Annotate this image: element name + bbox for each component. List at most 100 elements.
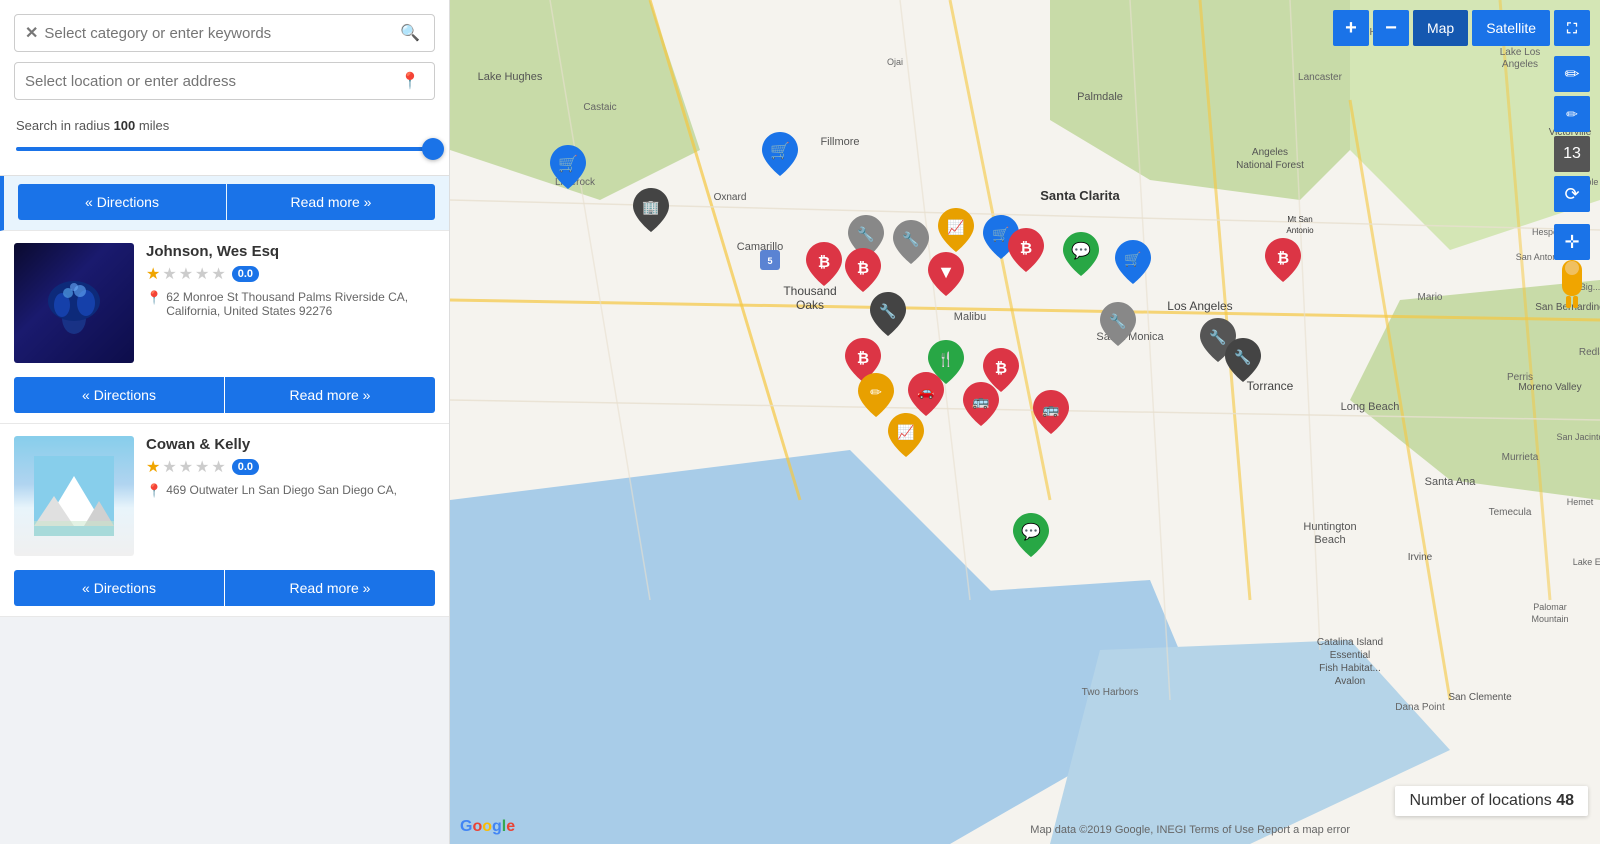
svg-text:Lake LosAngeles: Lake LosAngeles xyxy=(1500,47,1541,70)
star-2: ★ xyxy=(162,264,176,284)
svg-text:Los Angeles: Los Angeles xyxy=(1167,299,1232,313)
svg-text:Mario: Mario xyxy=(1417,292,1442,303)
locations-count: Number of locations 48 xyxy=(1395,786,1588,816)
readmore-button-1[interactable]: Read more » xyxy=(227,184,435,220)
address-pin-icon: 📍 xyxy=(146,290,162,318)
address-pin-icon: 📍 xyxy=(146,483,162,499)
google-logo: Google xyxy=(460,818,515,836)
map-side-controls: ✏ ✏ 13 ⟳ ✛ xyxy=(1554,56,1590,260)
rating-badge: 0.0 xyxy=(232,459,259,475)
action-buttons: « Directions Read more » xyxy=(0,369,449,423)
svg-text:Murrieta: Murrieta xyxy=(1502,452,1539,463)
left-panel: ✕ 🔍 📍 Search in radius 100 miles « Direc… xyxy=(0,0,450,844)
fullscreen-button[interactable]: ⛶ xyxy=(1554,10,1590,46)
svg-text:Temecula: Temecula xyxy=(1489,507,1532,518)
radius-section: Search in radius 100 miles xyxy=(14,110,435,163)
refresh-button[interactable]: ⟳ xyxy=(1554,176,1590,212)
map-view-button[interactable]: Map xyxy=(1413,10,1468,46)
svg-text:5: 5 xyxy=(767,256,772,266)
result-info: Johnson, Wes Esq ★ ★ ★ ★ ★ 0.0 📍 62 Monr… xyxy=(146,243,435,363)
star-2: ★ xyxy=(162,457,176,477)
location-search-input[interactable] xyxy=(25,73,396,90)
map-background: 5 Santa Clarita Fillmore Oxnard Camarill… xyxy=(450,0,1600,844)
svg-text:Two Harbors: Two Harbors xyxy=(1082,687,1139,698)
directions-button-1[interactable]: « Directions xyxy=(18,184,226,220)
rating-badge: 0.0 xyxy=(232,266,259,282)
svg-text:Hemet: Hemet xyxy=(1567,497,1594,507)
svg-text:Malibu: Malibu xyxy=(954,311,986,323)
svg-text:Castaic: Castaic xyxy=(583,102,616,113)
edit-map-button[interactable]: ✏ xyxy=(1554,56,1590,92)
keyword-search-input[interactable] xyxy=(44,25,396,42)
move-button[interactable]: ✛ xyxy=(1554,224,1590,260)
result-name: Cowan & Kelly xyxy=(146,436,435,453)
svg-text:San Clemente: San Clemente xyxy=(1448,692,1512,703)
directions-button-3[interactable]: « Directions xyxy=(14,570,224,606)
svg-text:Oxnard: Oxnard xyxy=(714,192,747,203)
satellite-view-button[interactable]: Satellite xyxy=(1472,10,1550,46)
result-image-row: Johnson, Wes Esq ★ ★ ★ ★ ★ 0.0 📍 62 Monr… xyxy=(0,231,449,369)
svg-text:Camarillo: Camarillo xyxy=(737,241,783,253)
star-4: ★ xyxy=(195,264,209,284)
svg-text:Dana Point: Dana Point xyxy=(1395,702,1445,713)
star-5: ★ xyxy=(211,457,225,477)
svg-text:Santa Ana: Santa Ana xyxy=(1425,476,1477,488)
readmore-button-2[interactable]: Read more » xyxy=(225,377,435,413)
svg-text:Santa Clarita: Santa Clarita xyxy=(1040,188,1120,203)
readmore-button-3[interactable]: Read more » xyxy=(225,570,435,606)
star-3: ★ xyxy=(179,264,193,284)
map-attribution: Map data ©2019 Google, INEGI Terms of Us… xyxy=(1030,824,1350,836)
results-list: « Directions Read more » xyxy=(0,176,449,844)
star-1: ★ xyxy=(146,457,160,477)
result-stars: ★ ★ ★ ★ ★ 0.0 xyxy=(146,264,435,284)
star-1: ★ xyxy=(146,264,160,284)
keyword-search-icon[interactable]: 🔍 xyxy=(396,23,424,43)
svg-text:Lake Elsinore: Lake Elsinore xyxy=(1573,557,1600,567)
keyword-search-box[interactable]: ✕ 🔍 xyxy=(14,14,435,52)
svg-text:Perris: Perris xyxy=(1507,372,1533,383)
star-3: ★ xyxy=(179,457,193,477)
map-area[interactable]: 5 Santa Clarita Fillmore Oxnard Camarill… xyxy=(450,0,1600,844)
result-image-row: Cowan & Kelly ★ ★ ★ ★ ★ 0.0 📍 469 Outwat… xyxy=(0,424,449,562)
svg-text:Palmdale: Palmdale xyxy=(1077,91,1123,103)
result-card: Johnson, Wes Esq ★ ★ ★ ★ ★ 0.0 📍 62 Monr… xyxy=(0,231,449,424)
directions-button-2[interactable]: « Directions xyxy=(14,377,224,413)
search-section: ✕ 🔍 📍 Search in radius 100 miles xyxy=(0,0,449,176)
result-address: 📍 62 Monroe St Thousand Palms Riverside … xyxy=(146,290,435,318)
svg-text:Irvine: Irvine xyxy=(1408,552,1433,563)
svg-text:Long Beach: Long Beach xyxy=(1341,401,1400,413)
result-address: 📍 469 Outwater Ln San Diego San Diego CA… xyxy=(146,483,435,499)
action-buttons: « Directions Read more » xyxy=(0,562,449,616)
svg-text:Redlands: Redlands xyxy=(1579,347,1600,358)
svg-text:Lake Hughes: Lake Hughes xyxy=(478,71,543,83)
result-info: Cowan & Kelly ★ ★ ★ ★ ★ 0.0 📍 469 Outwat… xyxy=(146,436,435,556)
slider-thumb[interactable] xyxy=(422,138,444,160)
star-4: ★ xyxy=(195,457,209,477)
location-pin-icon[interactable]: 📍 xyxy=(396,71,424,91)
result-card: « Directions Read more » xyxy=(0,176,449,231)
result-name: Johnson, Wes Esq xyxy=(146,243,435,260)
radius-slider[interactable] xyxy=(16,139,433,159)
radius-label: Search in radius 100 miles xyxy=(16,118,433,133)
result-thumbnail xyxy=(14,436,134,556)
location-search-box[interactable]: 📍 xyxy=(14,62,435,100)
zoom-in-button[interactable]: + xyxy=(1333,10,1369,46)
svg-text:Littlerock: Littlerock xyxy=(555,177,596,188)
slider-track xyxy=(16,147,433,151)
svg-text:Moreno Valley: Moreno Valley xyxy=(1518,382,1581,393)
svg-text:Torrance: Torrance xyxy=(1247,379,1294,393)
svg-text:Santa Monica: Santa Monica xyxy=(1096,331,1164,343)
clear-keyword-button[interactable]: ✕ xyxy=(25,23,44,43)
svg-text:Ojai: Ojai xyxy=(887,57,903,67)
edit-map-button-2[interactable]: ✏ xyxy=(1554,96,1590,132)
street-view-button[interactable] xyxy=(1554,260,1590,313)
result-thumbnail xyxy=(14,243,134,363)
result-stars: ★ ★ ★ ★ ★ 0.0 xyxy=(146,457,435,477)
svg-text:San Jacinto: San Jacinto xyxy=(1556,432,1600,442)
map-controls: + − Map Satellite ⛶ xyxy=(1333,10,1590,46)
result-card: Cowan & Kelly ★ ★ ★ ★ ★ 0.0 📍 469 Outwat… xyxy=(0,424,449,617)
svg-text:Lancaster: Lancaster xyxy=(1298,72,1343,83)
zoom-out-button[interactable]: − xyxy=(1373,10,1409,46)
number-button[interactable]: 13 xyxy=(1554,136,1590,172)
svg-text:Fillmore: Fillmore xyxy=(820,136,859,148)
